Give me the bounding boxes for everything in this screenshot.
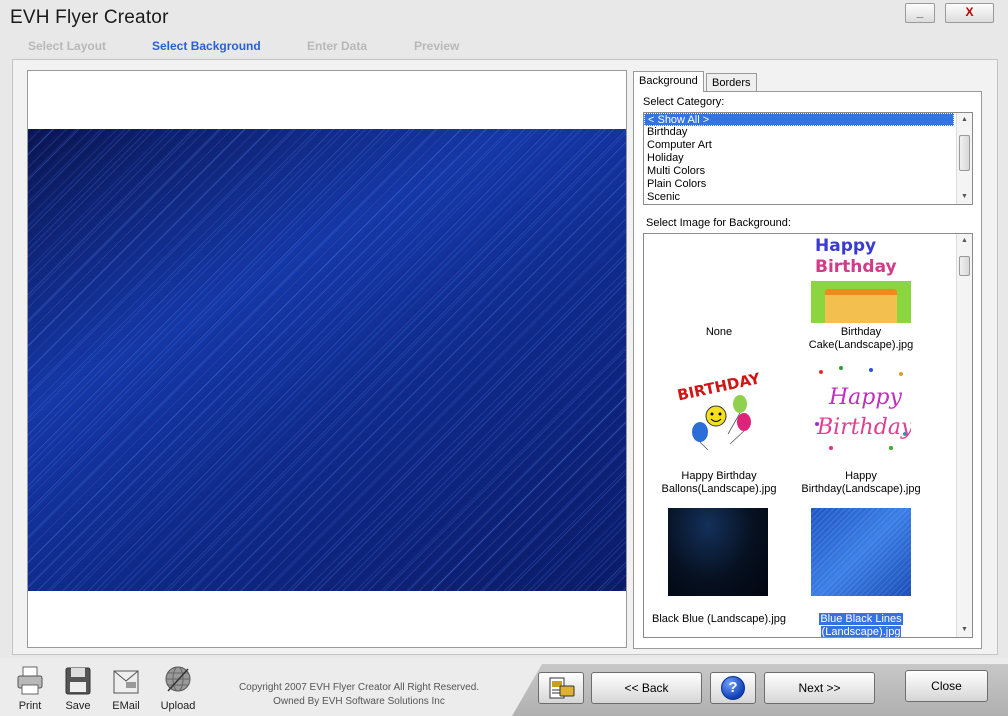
globe-icon [165,666,191,692]
image-caption-blue-black-lines[interactable]: Blue Black Lines (Landscape).jpg [786,613,936,637]
select-image-label: Select Image for Background: [646,217,791,229]
print-label: Print [18,700,42,712]
step-select-layout: Select Layout [28,39,107,53]
balloon-thumb-word: BIRTHDAY [676,369,763,404]
copyright-text: Copyright 2007 EVH Flyer Creator All Rig… [238,682,480,707]
thumbnail-happy-birthday[interactable]: Happy Birthday [811,364,914,452]
hb-thumb-word2: Birthday [816,415,911,440]
app-title: EVH Flyer Creator [10,7,169,28]
step-select-background: Select Background [152,39,261,53]
window-close-button[interactable]: X [945,3,994,23]
category-item-show-all[interactable]: < Show All > [644,113,954,126]
upload-label: Upload [160,700,196,712]
preview-background-image [28,129,626,591]
image-scroll-up-arrow-icon[interactable]: ▲ [957,234,972,248]
image-scroll-down-arrow-icon[interactable]: ▼ [957,623,972,637]
category-item-birthday[interactable]: Birthday [644,126,954,139]
step-enter-data: Enter Data [307,39,368,53]
help-icon: ? [721,676,745,700]
envelope-icon [113,670,139,694]
back-button[interactable]: << Back [591,672,702,704]
save-label: Save [65,700,91,712]
image-caption-birthday-balloons[interactable]: Happy Birthday Ballons(Landscape).jpg [644,470,794,496]
printer-icon [17,666,43,695]
category-item-computer-art[interactable]: Computer Art [644,139,954,152]
image-caption-none[interactable]: None [644,326,794,339]
image-caption-birthday-cake[interactable]: Birthday Cake(Landscape).jpg [786,326,936,352]
confetti-icon: Happy Birthday [815,366,914,450]
cake-icon [825,289,897,323]
category-item-multi-colors[interactable]: Multi Colors [644,165,954,178]
flyer-preview [27,70,627,648]
select-category-label: Select Category: [643,96,725,108]
thumbnail-happy-birthday-balloons[interactable]: BIRTHDAY [668,364,768,452]
category-item-scenic[interactable]: Scenic [644,191,954,204]
image-caption-black-blue[interactable]: Black Blue (Landscape).jpg [644,613,794,626]
image-grid-scrollbar[interactable]: ▲ ▼ [956,234,972,637]
thumbnail-blue-black-lines[interactable] [811,508,911,596]
cake-word-happy: Happy [815,236,877,256]
scroll-thumb[interactable] [959,135,970,171]
category-item-holiday[interactable]: Holiday [644,152,954,165]
category-listbox[interactable]: < Show All > Birthday Computer Art Holid… [643,112,973,205]
print-flyer-button[interactable] [538,672,584,704]
category-item-plain-colors[interactable]: Plain Colors [644,178,954,191]
balloons-icon: BIRTHDAY [676,369,763,451]
category-scrollbar[interactable]: ▲ ▼ [956,113,972,204]
step-preview: Preview [414,39,460,53]
help-button[interactable]: ? [710,672,756,704]
email-label: EMail [112,700,140,712]
scroll-down-arrow-icon[interactable]: ▼ [957,190,972,204]
flyer-print-icon [549,677,575,699]
floppy-disk-icon [65,667,91,695]
hb-thumb-word1: Happy [828,385,902,410]
thumbnail-black-blue[interactable] [668,508,768,596]
tab-borders[interactable]: Borders [706,73,757,92]
close-button[interactable]: Close [905,670,988,702]
cake-word-birthday: Birthday [815,257,897,277]
next-button[interactable]: Next >> [764,672,875,704]
tab-background[interactable]: Background [633,71,704,92]
minimize-button[interactable]: _ [905,3,935,23]
thumbnail-birthday-cake[interactable]: Happy Birthday [811,235,911,323]
image-grid[interactable]: None Happy Birthday Birthday Cake(Landsc… [643,233,973,638]
image-caption-happy-birthday[interactable]: Happy Birthday(Landscape).jpg [786,470,936,496]
image-scroll-thumb[interactable] [959,256,970,276]
scroll-up-arrow-icon[interactable]: ▲ [957,113,972,127]
